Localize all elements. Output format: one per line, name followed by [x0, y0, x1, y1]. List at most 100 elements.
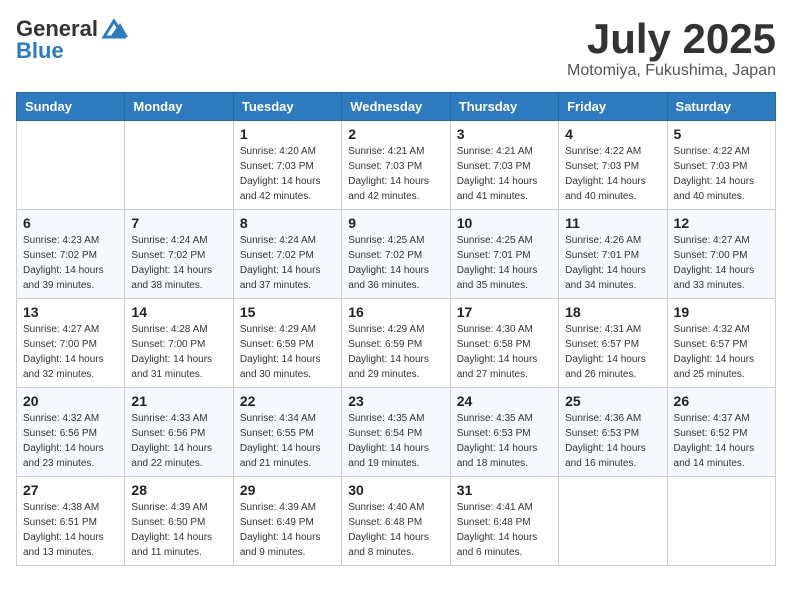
calendar-cell: 12 Sunrise: 4:27 AMSunset: 7:00 PMDaylig…: [667, 210, 775, 299]
day-number: 14: [131, 304, 226, 320]
calendar-cell: 4 Sunrise: 4:22 AMSunset: 7:03 PMDayligh…: [559, 121, 667, 210]
day-info: Sunrise: 4:35 AMSunset: 6:54 PMDaylight:…: [348, 411, 443, 471]
day-number: 4: [565, 126, 660, 142]
day-info: Sunrise: 4:24 AMSunset: 7:02 PMDaylight:…: [131, 233, 226, 293]
day-number: 26: [674, 393, 769, 409]
calendar-cell: 16 Sunrise: 4:29 AMSunset: 6:59 PMDaylig…: [342, 299, 450, 388]
weekday-header-sunday: Sunday: [17, 93, 125, 121]
weekday-header-row: SundayMondayTuesdayWednesdayThursdayFrid…: [17, 93, 776, 121]
day-info: Sunrise: 4:37 AMSunset: 6:52 PMDaylight:…: [674, 411, 769, 471]
calendar-cell: 21 Sunrise: 4:33 AMSunset: 6:56 PMDaylig…: [125, 388, 233, 477]
week-row-2: 6 Sunrise: 4:23 AMSunset: 7:02 PMDayligh…: [17, 210, 776, 299]
weekday-header-thursday: Thursday: [450, 93, 558, 121]
calendar-cell: 13 Sunrise: 4:27 AMSunset: 7:00 PMDaylig…: [17, 299, 125, 388]
day-info: Sunrise: 4:28 AMSunset: 7:00 PMDaylight:…: [131, 322, 226, 382]
header: General Blue July 2025 Motomiya, Fukushi…: [16, 16, 776, 80]
calendar-cell: [17, 121, 125, 210]
day-info: Sunrise: 4:26 AMSunset: 7:01 PMDaylight:…: [565, 233, 660, 293]
calendar-cell: 19 Sunrise: 4:32 AMSunset: 6:57 PMDaylig…: [667, 299, 775, 388]
calendar-cell: 8 Sunrise: 4:24 AMSunset: 7:02 PMDayligh…: [233, 210, 341, 299]
day-info: Sunrise: 4:20 AMSunset: 7:03 PMDaylight:…: [240, 144, 335, 204]
calendar-cell: 5 Sunrise: 4:22 AMSunset: 7:03 PMDayligh…: [667, 121, 775, 210]
day-info: Sunrise: 4:22 AMSunset: 7:03 PMDaylight:…: [674, 144, 769, 204]
day-number: 21: [131, 393, 226, 409]
calendar-cell: 22 Sunrise: 4:34 AMSunset: 6:55 PMDaylig…: [233, 388, 341, 477]
month-title: July 2025: [567, 16, 776, 62]
day-info: Sunrise: 4:32 AMSunset: 6:57 PMDaylight:…: [674, 322, 769, 382]
day-number: 6: [23, 215, 118, 231]
day-number: 9: [348, 215, 443, 231]
calendar-cell: 17 Sunrise: 4:30 AMSunset: 6:58 PMDaylig…: [450, 299, 558, 388]
location-title: Motomiya, Fukushima, Japan: [567, 62, 776, 80]
calendar-cell: 3 Sunrise: 4:21 AMSunset: 7:03 PMDayligh…: [450, 121, 558, 210]
day-info: Sunrise: 4:40 AMSunset: 6:48 PMDaylight:…: [348, 500, 443, 560]
day-number: 17: [457, 304, 552, 320]
day-number: 28: [131, 482, 226, 498]
calendar-cell: 23 Sunrise: 4:35 AMSunset: 6:54 PMDaylig…: [342, 388, 450, 477]
calendar-cell: 24 Sunrise: 4:35 AMSunset: 6:53 PMDaylig…: [450, 388, 558, 477]
calendar-cell: 10 Sunrise: 4:25 AMSunset: 7:01 PMDaylig…: [450, 210, 558, 299]
day-number: 31: [457, 482, 552, 498]
day-number: 7: [131, 215, 226, 231]
week-row-1: 1 Sunrise: 4:20 AMSunset: 7:03 PMDayligh…: [17, 121, 776, 210]
day-number: 20: [23, 393, 118, 409]
calendar-cell: 20 Sunrise: 4:32 AMSunset: 6:56 PMDaylig…: [17, 388, 125, 477]
day-info: Sunrise: 4:36 AMSunset: 6:53 PMDaylight:…: [565, 411, 660, 471]
calendar-cell: [667, 477, 775, 566]
day-info: Sunrise: 4:24 AMSunset: 7:02 PMDaylight:…: [240, 233, 335, 293]
calendar-cell: 25 Sunrise: 4:36 AMSunset: 6:53 PMDaylig…: [559, 388, 667, 477]
day-number: 30: [348, 482, 443, 498]
day-info: Sunrise: 4:23 AMSunset: 7:02 PMDaylight:…: [23, 233, 118, 293]
calendar-cell: 1 Sunrise: 4:20 AMSunset: 7:03 PMDayligh…: [233, 121, 341, 210]
calendar-cell: 26 Sunrise: 4:37 AMSunset: 6:52 PMDaylig…: [667, 388, 775, 477]
calendar-cell: 9 Sunrise: 4:25 AMSunset: 7:02 PMDayligh…: [342, 210, 450, 299]
day-info: Sunrise: 4:29 AMSunset: 6:59 PMDaylight:…: [240, 322, 335, 382]
calendar-cell: 6 Sunrise: 4:23 AMSunset: 7:02 PMDayligh…: [17, 210, 125, 299]
day-info: Sunrise: 4:27 AMSunset: 7:00 PMDaylight:…: [23, 322, 118, 382]
day-number: 23: [348, 393, 443, 409]
day-info: Sunrise: 4:33 AMSunset: 6:56 PMDaylight:…: [131, 411, 226, 471]
day-info: Sunrise: 4:21 AMSunset: 7:03 PMDaylight:…: [348, 144, 443, 204]
week-row-4: 20 Sunrise: 4:32 AMSunset: 6:56 PMDaylig…: [17, 388, 776, 477]
day-info: Sunrise: 4:32 AMSunset: 6:56 PMDaylight:…: [23, 411, 118, 471]
day-info: Sunrise: 4:21 AMSunset: 7:03 PMDaylight:…: [457, 144, 552, 204]
day-info: Sunrise: 4:31 AMSunset: 6:57 PMDaylight:…: [565, 322, 660, 382]
day-number: 22: [240, 393, 335, 409]
weekday-header-friday: Friday: [559, 93, 667, 121]
day-number: 24: [457, 393, 552, 409]
day-number: 10: [457, 215, 552, 231]
calendar-cell: 30 Sunrise: 4:40 AMSunset: 6:48 PMDaylig…: [342, 477, 450, 566]
logo-blue: Blue: [16, 38, 64, 64]
calendar-cell: 11 Sunrise: 4:26 AMSunset: 7:01 PMDaylig…: [559, 210, 667, 299]
calendar-cell: 28 Sunrise: 4:39 AMSunset: 6:50 PMDaylig…: [125, 477, 233, 566]
weekday-header-saturday: Saturday: [667, 93, 775, 121]
day-info: Sunrise: 4:41 AMSunset: 6:48 PMDaylight:…: [457, 500, 552, 560]
calendar-cell: [559, 477, 667, 566]
week-row-3: 13 Sunrise: 4:27 AMSunset: 7:00 PMDaylig…: [17, 299, 776, 388]
day-info: Sunrise: 4:39 AMSunset: 6:50 PMDaylight:…: [131, 500, 226, 560]
weekday-header-wednesday: Wednesday: [342, 93, 450, 121]
day-number: 25: [565, 393, 660, 409]
day-info: Sunrise: 4:22 AMSunset: 7:03 PMDaylight:…: [565, 144, 660, 204]
calendar-cell: 18 Sunrise: 4:31 AMSunset: 6:57 PMDaylig…: [559, 299, 667, 388]
calendar-cell: 15 Sunrise: 4:29 AMSunset: 6:59 PMDaylig…: [233, 299, 341, 388]
day-number: 27: [23, 482, 118, 498]
calendar-cell: 31 Sunrise: 4:41 AMSunset: 6:48 PMDaylig…: [450, 477, 558, 566]
day-number: 18: [565, 304, 660, 320]
week-row-5: 27 Sunrise: 4:38 AMSunset: 6:51 PMDaylig…: [17, 477, 776, 566]
day-info: Sunrise: 4:25 AMSunset: 7:02 PMDaylight:…: [348, 233, 443, 293]
logo-icon: [100, 19, 128, 39]
day-number: 19: [674, 304, 769, 320]
day-number: 12: [674, 215, 769, 231]
day-number: 2: [348, 126, 443, 142]
day-number: 8: [240, 215, 335, 231]
day-info: Sunrise: 4:39 AMSunset: 6:49 PMDaylight:…: [240, 500, 335, 560]
day-number: 5: [674, 126, 769, 142]
logo: General Blue: [16, 16, 128, 64]
calendar-cell: 29 Sunrise: 4:39 AMSunset: 6:49 PMDaylig…: [233, 477, 341, 566]
calendar-cell: 2 Sunrise: 4:21 AMSunset: 7:03 PMDayligh…: [342, 121, 450, 210]
day-number: 11: [565, 215, 660, 231]
day-number: 1: [240, 126, 335, 142]
day-info: Sunrise: 4:30 AMSunset: 6:58 PMDaylight:…: [457, 322, 552, 382]
day-number: 13: [23, 304, 118, 320]
